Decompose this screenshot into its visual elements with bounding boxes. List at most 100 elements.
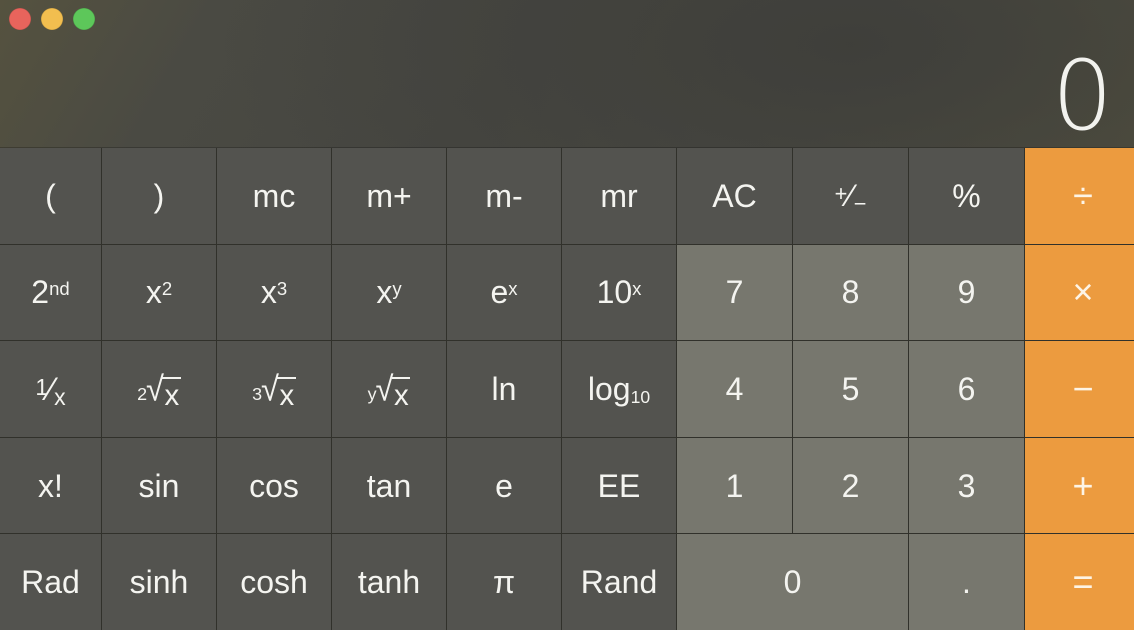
key-superscript-second: nd: [49, 277, 70, 299]
key-tanh[interactable]: tanh: [332, 534, 446, 630]
key-sign[interactable]: + ⁄ −: [793, 148, 908, 244]
key-multiply[interactable]: ×: [1025, 244, 1134, 341]
key-label-add: +: [1072, 464, 1094, 506]
key-label-one: 1: [725, 467, 744, 504]
key-label-x-squared: x2: [146, 276, 172, 308]
key-percent[interactable]: %: [909, 148, 1024, 244]
radical-sign-icon: √ x: [145, 368, 181, 412]
key-label-cos: cos: [249, 467, 299, 504]
key-label-sin: sin: [138, 467, 180, 504]
key-close-paren[interactable]: ): [102, 148, 216, 244]
key-two[interactable]: 2: [793, 437, 908, 534]
key-label-multiply: ×: [1072, 271, 1094, 313]
plus-sign-icon: +: [834, 180, 848, 206]
key-label-sign: + ⁄ −: [834, 180, 867, 214]
key-rad[interactable]: Rad: [0, 534, 101, 630]
radical-sign-icon: √ x: [260, 368, 296, 412]
key-base-second: 2: [31, 274, 50, 311]
key-base-x-to-y: x: [376, 274, 393, 311]
key-superscript-x-squared: 2: [161, 277, 173, 299]
key-label-three: 3: [957, 467, 976, 504]
key-log-base-10[interactable]: log 10: [562, 341, 676, 437]
key-e-to-x[interactable]: ex: [447, 244, 561, 341]
key-label-rad: Rad: [21, 564, 80, 601]
radical-sign-icon: √ x: [375, 368, 411, 412]
key-label-five: 5: [841, 370, 860, 407]
key-label-m-plus: m+: [366, 177, 412, 214]
key-cube-root[interactable]: 3 √ x: [217, 341, 331, 437]
key-sin[interactable]: sin: [102, 437, 216, 534]
key-x-to-y[interactable]: xy: [332, 244, 446, 341]
key-decimal[interactable]: .: [909, 534, 1024, 630]
key-mc[interactable]: mc: [217, 148, 331, 244]
key-tan[interactable]: tan: [332, 437, 446, 534]
key-label-close-paren: ): [153, 177, 165, 214]
key-add[interactable]: +: [1025, 437, 1134, 534]
key-label-seven: 7: [725, 274, 744, 311]
key-subtract[interactable]: −: [1025, 341, 1134, 437]
key-cosh[interactable]: cosh: [217, 534, 331, 630]
key-label-mc: mc: [252, 177, 296, 214]
key-x-squared[interactable]: x2: [102, 244, 216, 341]
close-window-button[interactable]: [9, 8, 31, 30]
key-seven[interactable]: 7: [677, 244, 792, 341]
key-label-cube-root: 3 √ x: [252, 368, 296, 412]
key-all-clear[interactable]: AC: [677, 148, 792, 244]
key-y-root[interactable]: y √ x: [332, 341, 446, 437]
key-eight[interactable]: 8: [793, 244, 908, 341]
minimize-window-button[interactable]: [41, 8, 63, 30]
key-divide[interactable]: ÷: [1025, 148, 1134, 244]
key-base-e-to-x: e: [490, 274, 509, 311]
key-ten-to-x[interactable]: 10 x: [562, 244, 676, 341]
zoom-window-button[interactable]: [73, 8, 95, 30]
key-label-factorial: x!: [38, 467, 63, 504]
key-natural-log[interactable]: ln: [447, 341, 561, 437]
key-cos[interactable]: cos: [217, 437, 331, 534]
key-rand[interactable]: Rand: [562, 534, 676, 630]
key-zero[interactable]: 0: [677, 534, 908, 630]
key-mr[interactable]: mr: [562, 148, 676, 244]
key-label-all-clear: AC: [712, 177, 757, 214]
key-ee[interactable]: EE: [562, 437, 676, 534]
calculator-window: 0 () mc m+ m-mr AC + ⁄ −% ÷ 2nd x 2 x 3 x y e x 10 x 7 8 9 × 1 ⁄ x…: [0, 0, 1134, 630]
key-label-ee: EE: [597, 467, 641, 504]
window-controls: [9, 8, 95, 30]
key-nine[interactable]: 9: [909, 244, 1024, 341]
key-label-natural-log: ln: [491, 370, 517, 407]
key-base-log-base-10: log: [587, 370, 631, 407]
key-label-euler: e: [495, 467, 513, 504]
key-label-rand: Rand: [580, 564, 658, 601]
key-label-subtract: −: [1072, 367, 1094, 409]
key-x-cubed[interactable]: x3: [217, 244, 331, 341]
key-sinh[interactable]: sinh: [102, 534, 216, 630]
key-one[interactable]: 1: [677, 437, 792, 534]
key-m-plus[interactable]: m+: [332, 148, 446, 244]
key-label-e-to-x: ex: [490, 276, 517, 308]
key-label-nine: 9: [957, 274, 976, 311]
key-euler[interactable]: e: [447, 437, 561, 534]
key-label-percent: %: [952, 177, 981, 214]
key-open-paren[interactable]: (: [0, 148, 101, 244]
key-pi[interactable]: π: [447, 534, 561, 630]
key-label-m-minus: m-: [485, 177, 523, 214]
key-label-second: 2nd: [31, 276, 69, 308]
key-second[interactable]: 2nd: [0, 244, 101, 341]
key-square-root[interactable]: 2 √ x: [102, 341, 216, 437]
key-label-tanh: tanh: [357, 564, 421, 601]
key-base-x-cubed: x: [260, 274, 277, 311]
fraction-denominator: x: [54, 384, 66, 411]
key-label-ten-to-x: 10 x: [597, 276, 642, 308]
key-six[interactable]: 6: [909, 341, 1024, 437]
key-label-x-to-y: xy: [376, 276, 401, 308]
fraction-numerator: 1: [35, 373, 49, 400]
key-three[interactable]: 3: [909, 437, 1024, 534]
key-reciprocal[interactable]: 1 ⁄ x: [0, 341, 101, 437]
key-superscript-x-cubed: 3: [276, 277, 288, 299]
key-four[interactable]: 4: [677, 341, 792, 437]
key-m-minus[interactable]: m-: [447, 148, 561, 244]
key-label-four: 4: [725, 370, 744, 407]
key-factorial[interactable]: x!: [0, 437, 101, 534]
key-superscript-x-to-y: y: [392, 277, 402, 299]
key-five[interactable]: 5: [793, 341, 908, 437]
key-equals[interactable]: =: [1025, 534, 1134, 630]
